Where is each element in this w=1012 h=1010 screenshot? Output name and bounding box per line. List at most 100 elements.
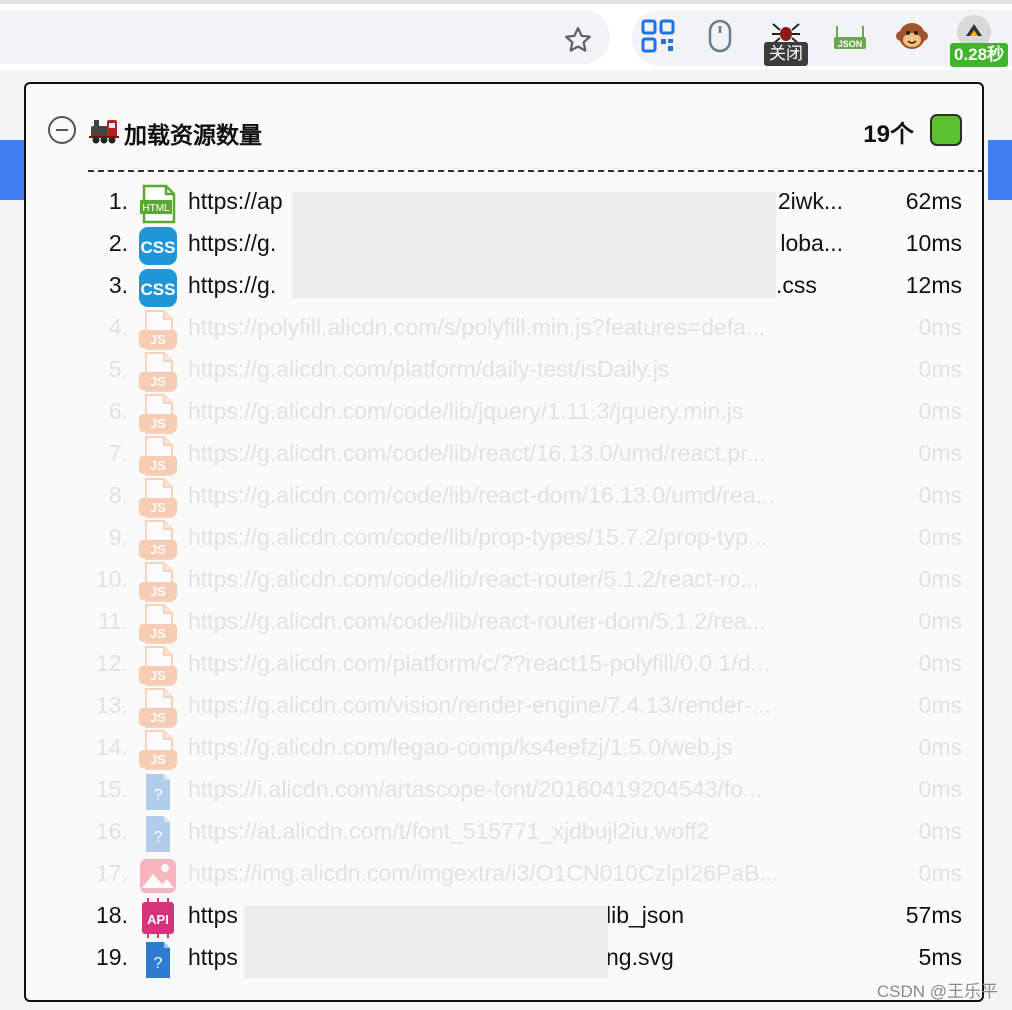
js-file-icon: JS [138,730,178,770]
resource-url-tail: loba... [780,230,843,256]
resource-url-text: https://g.alicdn.com/legao-comp/ks4eefzj… [188,734,733,760]
resource-url-text: https://ap [188,188,283,214]
resource-url-text: https://g.alicdn.com/code/lib/react-rout… [188,608,766,634]
resource-row[interactable]: 11. JS https://g.alicdn.com/code/lib/reac… [26,602,982,644]
resource-index: 15. [96,776,128,802]
resource-load-time: 12ms [905,272,962,298]
resource-row[interactable]: 13. JS https://g.alicdn.com/vision/render… [26,686,982,728]
resource-index: 13. [96,692,128,718]
svg-text:JS: JS [150,626,166,641]
resource-row[interactable]: 15. ? https://i.alicdn.com/artascope-font… [26,770,982,812]
resource-url-text: https://g.alicdn.com/code/lib/react-dom/… [188,482,775,508]
resource-row[interactable]: 10. JS https://g.alicdn.com/code/lib/reac… [26,560,982,602]
unknown-file-icon: ? [138,772,178,812]
unknown-file-icon: ? [138,940,178,980]
resource-index: 6. [108,398,128,424]
resource-url-text: https://polyfill.alicdn.com/s/polyfill.m… [188,314,766,340]
resource-url-text: https [188,902,238,928]
html-file-icon: HTML [138,184,178,224]
mouse-icon[interactable] [700,16,740,56]
tab-strip-edge [0,0,1012,4]
resource-load-time: 0ms [918,398,962,424]
star-outline-icon[interactable] [558,20,598,60]
resource-url[interactable]: https://at.alicdn.com/t/font_515771_xjdb… [188,818,843,845]
js-file-icon: JS [138,520,178,560]
svg-text:?: ? [154,955,163,972]
minus-circle-icon[interactable] [48,116,76,144]
json-icon[interactable]: JSON [830,18,870,58]
resource-row[interactable]: 9. JS https://g.alicdn.com/code/lib/prop-… [26,518,982,560]
resource-row[interactable]: 14. JS https://g.alicdn.com/legao-comp/ks… [26,728,982,770]
resource-url[interactable]: https://i.alicdn.com/artascope-font/2016… [188,776,843,803]
resource-url[interactable]: https://g.alicdn.com/code/lib/prop-types… [188,524,843,551]
resource-load-time: 57ms [905,902,962,928]
resource-url-text: https://i.alicdn.com/artascope-font/2016… [188,776,763,802]
browser-toolbar: 关闭 JSON 0.28秒 [0,0,1012,70]
js-file-icon: JS [138,562,178,602]
resource-url-text: https://g.alicdn.com/vision/render-engin… [188,692,771,718]
resource-url[interactable]: https://g.alicdn.com/code/lib/react-rout… [188,566,843,593]
resource-row[interactable]: 4. JS https://polyfill.alicdn.com/s/polyf… [26,308,982,350]
resource-row[interactable]: 5. JS https://g.alicdn.com/platform/daily… [26,350,982,392]
svg-text:JSON: JSON [838,39,863,49]
css-file-icon: CSS [138,268,178,308]
resource-url-tail: 2iwk... [777,188,843,214]
resource-url-text: https [188,944,238,970]
api-icon: API [138,898,178,938]
svg-text:JS: JS [150,374,166,389]
js-file-icon: JS [138,394,178,434]
resource-url-text: https://g.alicdn.com/code/lib/react/16.1… [188,440,766,466]
resource-row[interactable]: 17. https://img.alicdn.com/imgextra/i3/O… [26,854,982,896]
resource-index: 9. [108,524,128,550]
resource-url[interactable]: https://g.alicdn.com/code/lib/react/16.1… [188,440,843,467]
svg-text:CSS: CSS [141,238,176,257]
resource-index: 14. [96,734,128,760]
resource-row[interactable]: 16. ? https://at.alicdn.com/t/font_515771… [26,812,982,854]
resource-load-time: 0ms [918,818,962,844]
resource-url-text: https://g.alicdn.com/platform/c/??react1… [188,650,770,676]
status-indicator [930,114,962,146]
resource-url[interactable]: https://polyfill.alicdn.com/s/polyfill.m… [188,314,843,341]
monkey-icon[interactable] [892,16,932,56]
address-bar[interactable] [0,10,610,64]
resource-index: 17. [96,860,128,886]
svg-text:JS: JS [150,458,166,473]
resource-load-time: 0ms [918,356,962,382]
resource-url[interactable]: https://img.alicdn.com/imgextra/i3/O1CN0… [188,860,843,887]
svg-text:?: ? [154,787,163,804]
resource-load-time: 0ms [918,860,962,886]
resource-row[interactable]: 6. JS https://g.alicdn.com/code/lib/jquer… [26,392,982,434]
qr-code-icon[interactable] [638,16,678,56]
resource-panel: 加载资源数量 19个 1. HTML https://ap 2iwk... 62ms 2… [24,82,984,1002]
js-file-icon: JS [138,310,178,350]
divider [88,170,984,172]
redacted-area [292,192,776,298]
resource-url[interactable]: https://g.alicdn.com/code/lib/react-dom/… [188,482,843,509]
resource-url[interactable]: https://g.alicdn.com/platform/daily-test… [188,356,843,383]
resource-index: 11. [97,608,128,634]
svg-text:JS: JS [150,710,166,725]
resource-row[interactable]: 12. JS https://g.alicdn.com/platform/c/??… [26,644,982,686]
svg-text:JS: JS [150,584,166,599]
resource-url[interactable]: https://g.alicdn.com/code/lib/jquery/1.1… [188,398,843,425]
resource-load-time: 0ms [918,776,962,802]
resource-url[interactable]: https://g.alicdn.com/platform/c/??react1… [188,650,843,677]
resource-load-time: 62ms [905,188,962,214]
panel-header: 加载资源数量 19个 [48,112,964,152]
resource-url-tail: ng.svg [606,944,674,970]
resource-url[interactable]: https://g.alicdn.com/vision/render-engin… [188,692,843,719]
resource-url[interactable]: https://g.alicdn.com/legao-comp/ks4eefzj… [188,734,843,761]
resource-url-text: https://g.alicdn.com/code/lib/react-rout… [188,566,760,592]
resource-index: 8. [108,482,128,508]
resource-load-time: 0ms [918,692,962,718]
svg-text:JS: JS [150,332,166,347]
resource-url[interactable]: https://g.alicdn.com/code/lib/react-rout… [188,608,843,635]
unknown-file-icon: ? [138,814,178,854]
resource-load-time: 0ms [918,650,962,676]
resource-row[interactable]: 8. JS https://g.alicdn.com/code/lib/react… [26,476,982,518]
page-background-accent [988,140,1012,200]
resource-row[interactable]: 7. JS https://g.alicdn.com/code/lib/react… [26,434,982,476]
js-file-icon: JS [138,478,178,518]
resource-load-time: 5ms [918,944,962,970]
svg-text:JS: JS [150,542,166,557]
